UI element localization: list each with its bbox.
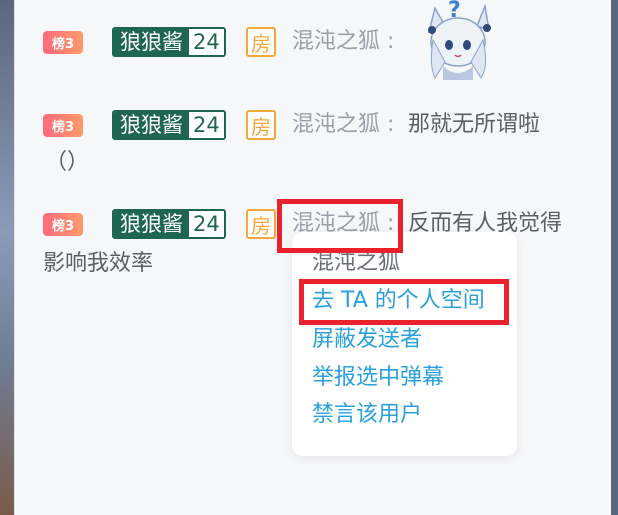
room-admin-badge: 房 (246, 27, 276, 57)
rank-badge: 榜3 (43, 31, 83, 54)
room-admin-badge: 房 (246, 110, 276, 140)
highlight-box-profile-item (299, 279, 509, 325)
highlight-box-username (277, 199, 403, 253)
username[interactable]: 混沌之狐 : (292, 110, 394, 140)
fan-medal[interactable]: 狼狼酱 24 (112, 110, 226, 140)
fan-medal[interactable]: 狼狼酱 24 (112, 209, 226, 239)
message-text-continued: 影响我效率 (43, 251, 154, 276)
room-admin-badge: 房 (246, 209, 276, 239)
message-text-continued: （） (45, 150, 90, 175)
message-text: 那就无所谓啦 (408, 112, 541, 137)
rank-badge: 榜3 (43, 213, 83, 236)
medal-level: 24 (189, 211, 224, 237)
user-context-menu: 混沌之狐 去 TA 的个人空间 屏蔽发送者 举报选中弹幕 禁言该用户 (292, 232, 517, 456)
medal-name: 狼狼酱 (114, 29, 189, 55)
fan-medal[interactable]: 狼狼酱 24 (112, 27, 226, 57)
medal-name: 狼狼酱 (114, 211, 189, 237)
menu-item-mute-user[interactable]: 禁言该用户 (312, 400, 422, 430)
rank-badge: 榜3 (43, 114, 83, 137)
chat-panel[interactable]: 榜3 狼狼酱 24 房 混沌之狐 : ? 榜3 狼狼酱 24 房 混沌之狐 : … (14, 0, 611, 515)
menu-item-block-sender[interactable]: 屏蔽发送者 (312, 325, 422, 355)
username[interactable]: 混沌之狐 : (292, 27, 394, 57)
medal-level: 24 (189, 29, 224, 55)
medal-name: 狼狼酱 (114, 112, 189, 138)
menu-item-report-danmaku[interactable]: 举报选中弹幕 (312, 363, 444, 393)
medal-level: 24 (189, 112, 224, 138)
question-fox-girl-sticker: ? (427, 0, 491, 80)
